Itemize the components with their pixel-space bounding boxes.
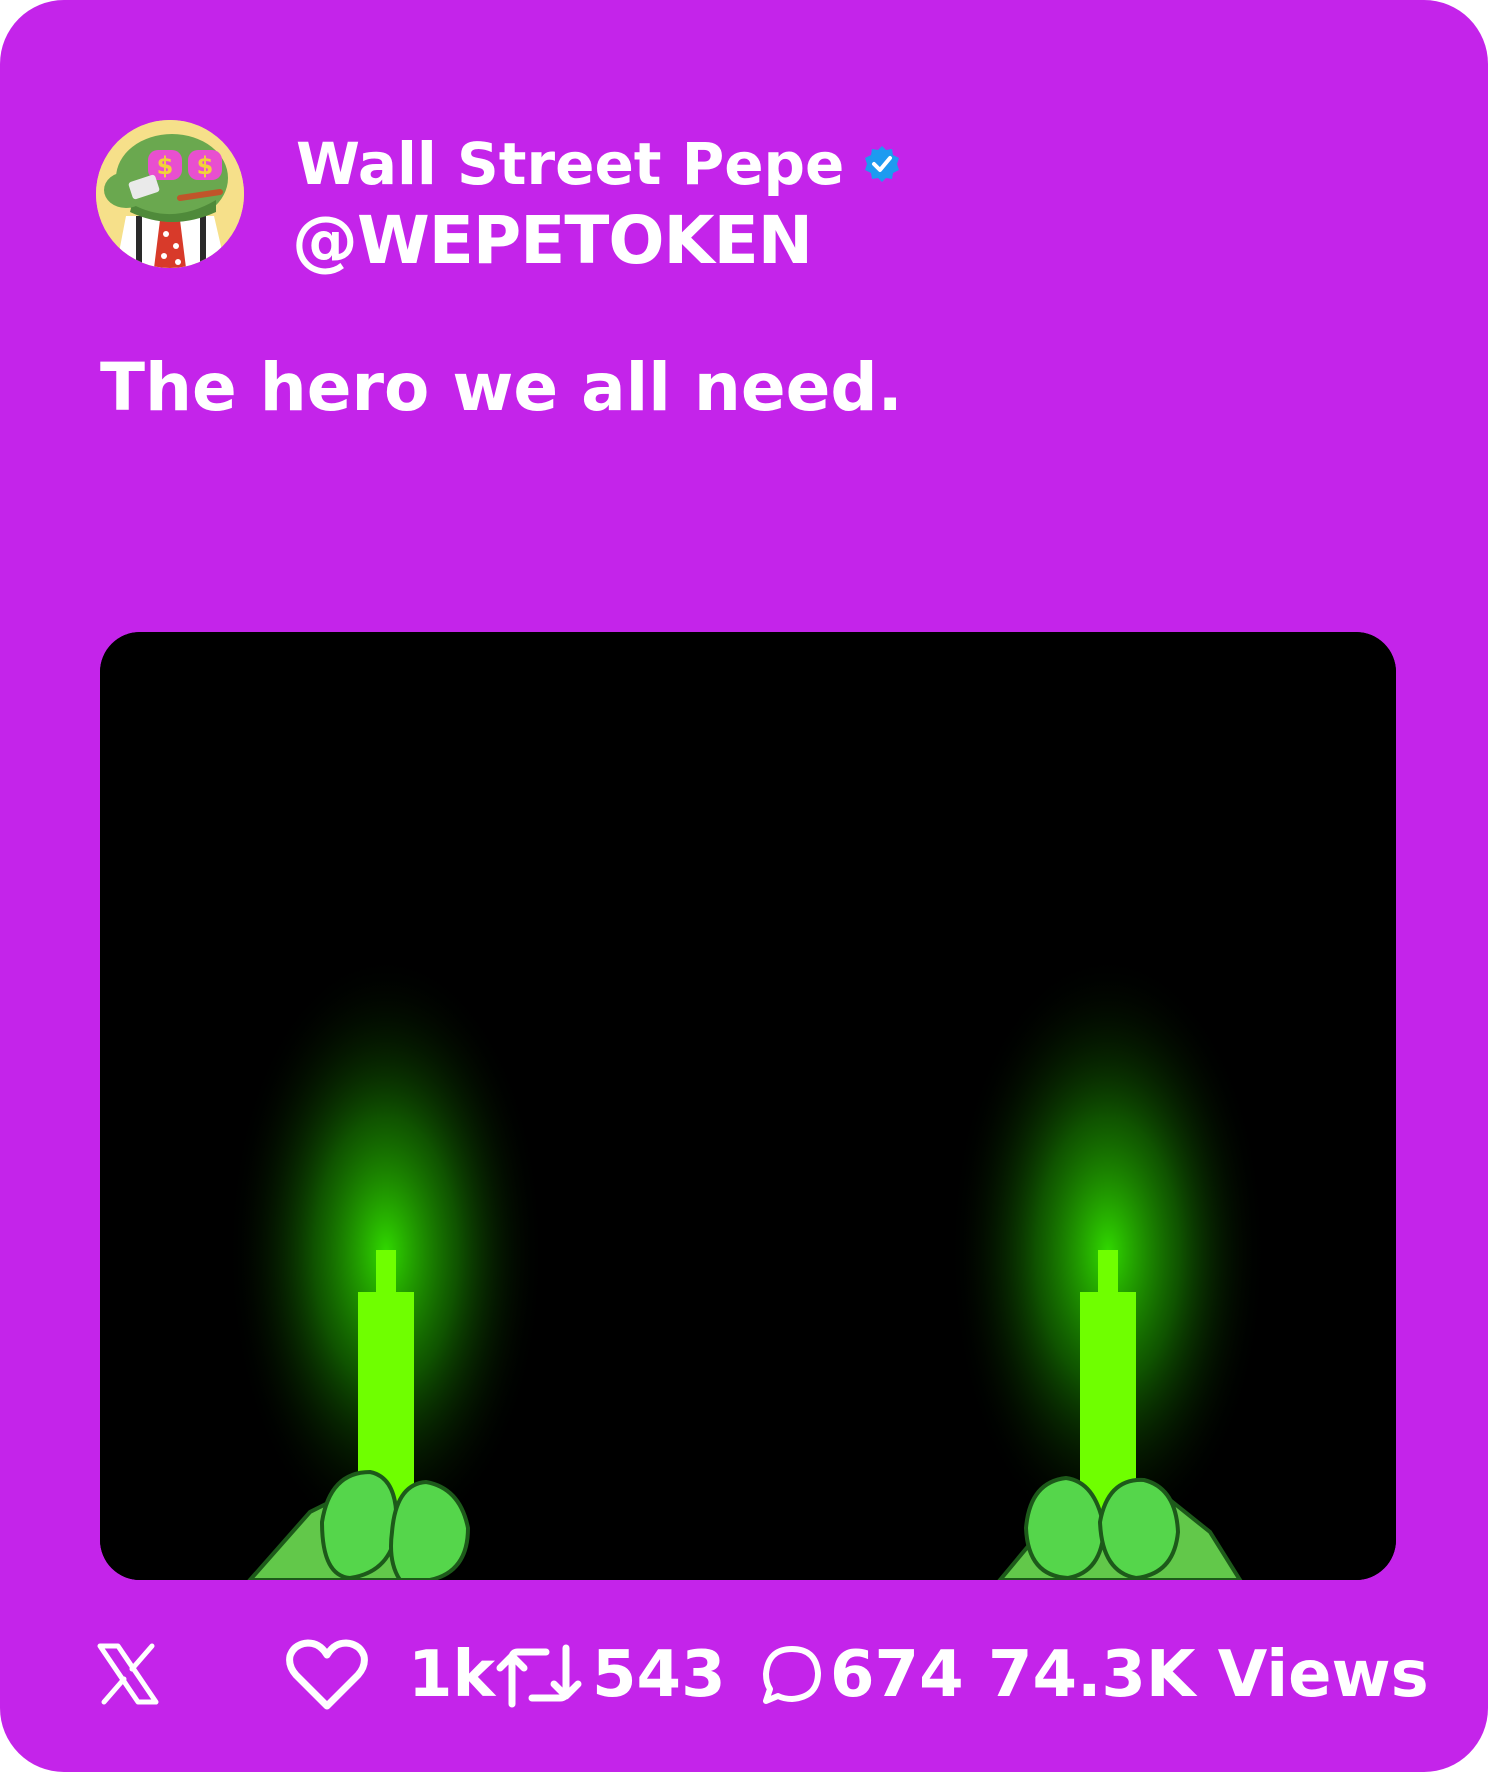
post-card: $ $ Wall Street Pepe @WEPETOKEN The hero…	[0, 0, 1488, 1772]
repost-stat[interactable]: 543	[494, 1638, 726, 1712]
like-stat[interactable]: 1k	[286, 1638, 495, 1712]
reply-stat[interactable]: 674	[760, 1638, 964, 1712]
author-handle[interactable]: @WEPETOKEN	[292, 202, 813, 280]
svg-text:$: $	[157, 152, 174, 180]
x-logo-icon[interactable]	[96, 1642, 160, 1706]
repost-icon[interactable]	[494, 1638, 584, 1712]
post-text: The hero we all need.	[100, 349, 903, 426]
reply-count: 674	[830, 1638, 964, 1712]
media-image	[100, 632, 1396, 1580]
reply-bubble-icon[interactable]	[760, 1643, 824, 1707]
views-count: 74.3K Views	[988, 1638, 1429, 1712]
repost-count: 543	[592, 1638, 726, 1712]
heart-icon[interactable]	[286, 1638, 368, 1712]
post-footer: 1k 543 674 74.3K Views	[0, 1620, 1488, 1730]
svg-text:$: $	[197, 152, 214, 180]
like-count: 1k	[408, 1638, 496, 1712]
author-name-row[interactable]: Wall Street Pepe	[296, 128, 902, 200]
author-name[interactable]: Wall Street Pepe	[296, 128, 844, 200]
views-stat: 74.3K Views	[988, 1638, 1429, 1712]
pepe-avatar-image: $ $	[96, 120, 244, 268]
avatar[interactable]: $ $	[96, 120, 244, 268]
post-media[interactable]	[100, 632, 1396, 1580]
verified-badge-icon	[865, 146, 900, 182]
